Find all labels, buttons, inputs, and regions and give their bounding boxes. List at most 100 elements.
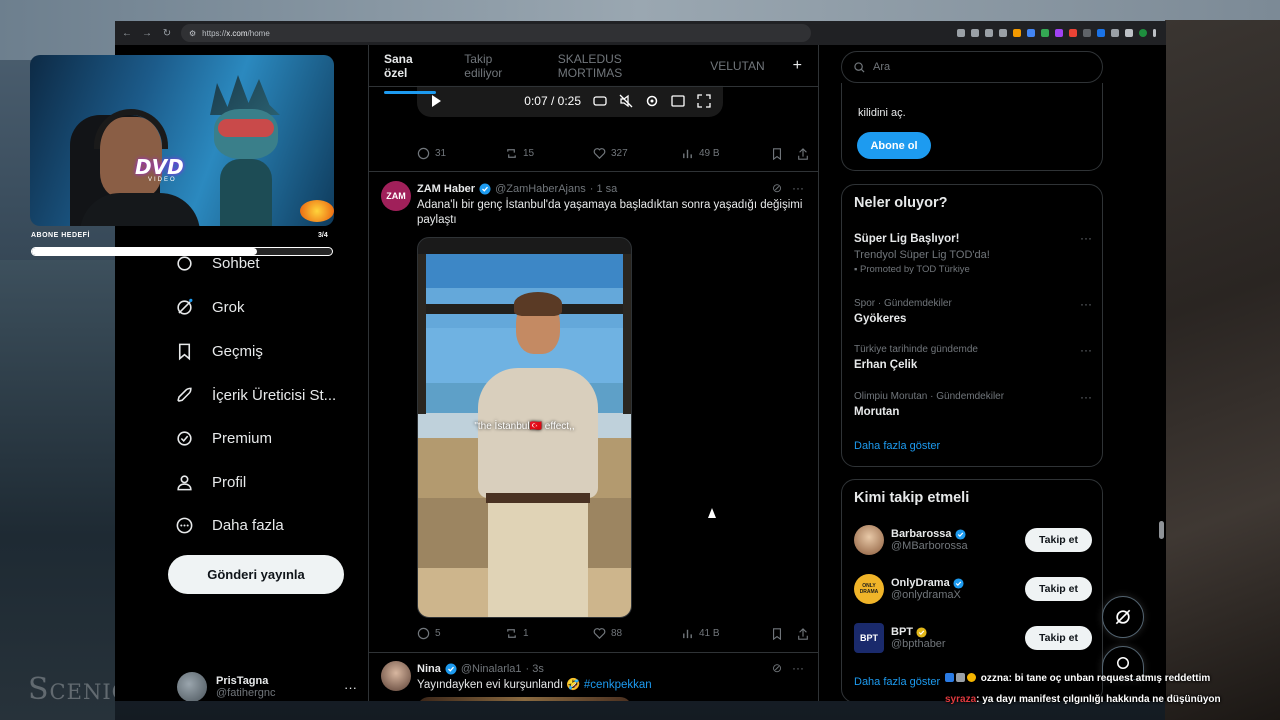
more-icon[interactable]: ··· [1080,231,1092,245]
more-icon[interactable]: ··· [344,680,357,695]
extension-icon[interactable] [1097,29,1105,37]
more-icon[interactable]: ··· [792,181,804,195]
extension-icon[interactable] [1013,29,1021,37]
avatar[interactable]: ONLY DRAMA [854,574,884,604]
grok-icon[interactable]: ⊘ [772,181,782,195]
forward-icon[interactable]: → [141,28,153,39]
account-switcher[interactable]: PrisTagna @fatihergnc ··· [177,670,357,701]
extension-icon[interactable] [1041,29,1049,37]
trend-item[interactable]: Türkiye tarihinde gündemde Erhan Çelik ·… [854,343,1092,373]
more-icon[interactable]: ··· [1080,390,1092,404]
subscribe-button[interactable]: Abone ol [857,132,931,159]
bookmark-icon[interactable] [771,147,783,160]
tab-list-skaledus[interactable]: SKALEDUS MORTIMAS [558,52,682,80]
show-more-link[interactable]: Daha fazla göster [854,440,940,452]
views-button[interactable]: 49 B [681,147,769,160]
grok-icon[interactable]: ⊘ [772,661,782,675]
profile-icon[interactable] [1139,29,1147,37]
bookmark-icon[interactable] [771,627,783,640]
site-info-icon[interactable]: ⚙ [189,29,196,38]
tweet-video[interactable]: "the İstanbul🇹🇷 effect,, [417,237,632,618]
suggestion-name: OnlyDrama [891,577,964,589]
author-name[interactable]: ZAM Haber [417,183,475,195]
pip-icon[interactable] [671,94,685,108]
follow-button[interactable]: Takip et [1025,577,1092,601]
scrollbar[interactable] [1159,521,1164,539]
play-icon[interactable] [429,94,443,108]
background-cliff [1165,20,1280,720]
more-icon[interactable]: ··· [1080,343,1092,357]
trend-item[interactable]: Süper Lig Başlıyor! Trendyol Süper Lig T… [854,231,1092,277]
sidebar-item-profile[interactable]: Profil [175,467,246,497]
search-input[interactable]: Ara [841,51,1103,83]
eye-off-icon[interactable] [985,29,993,37]
fullscreen-icon[interactable] [697,94,711,108]
author-name[interactable]: Nina [417,663,441,675]
views-button[interactable]: 41 B [681,627,769,640]
more-icon[interactable]: ··· [1080,297,1092,311]
duck-figure [300,200,334,222]
tweet[interactable]: Nina @Ninalarla1 · 3s ⊘ ··· Yayındayken … [369,653,818,701]
extension-icon[interactable] [1055,29,1063,37]
hashtag-link[interactable]: #cenkpekkan [584,679,652,691]
follow-button[interactable]: Takip et [1025,528,1092,552]
avatar[interactable]: ZAM [381,181,411,211]
tab-for-you[interactable]: Sana özel [384,52,437,94]
like-button[interactable]: 88 [593,627,681,640]
extension-icon[interactable] [1083,29,1091,37]
share-icon[interactable] [797,147,809,160]
puzzle-icon[interactable] [1125,29,1133,37]
show-more-link[interactable]: Daha fazla göster [854,676,940,688]
captions-icon[interactable] [593,94,607,108]
tweet-time[interactable]: · 3s [526,663,544,675]
reply-button[interactable]: 5 [417,627,505,640]
like-button[interactable]: 327 [593,147,681,160]
chat-message: syraza: ya dayı manifest çılgınlığı hakk… [945,689,1221,710]
follow-button[interactable]: Takip et [1025,626,1092,650]
tab-list-velutan[interactable]: VELUTAN [710,59,764,73]
cast-icon[interactable] [971,29,979,37]
extension-icon[interactable] [1027,29,1035,37]
extensions-bar [819,29,1160,37]
avatar[interactable]: BPT [854,623,884,653]
repost-button[interactable]: 1 [505,627,593,640]
follow-suggestion[interactable]: BPT BPT @bpthaber Takip et [854,620,1092,656]
settings-icon[interactable] [645,94,659,108]
tweet-media[interactable] [417,697,632,701]
post-button[interactable]: Gönderi yayınla [168,555,344,594]
sidebar-item-premium[interactable]: Premium [175,423,272,453]
grok-float-button[interactable] [1102,596,1144,638]
address-bar[interactable]: ⚙ https://x.com/home [181,24,811,42]
avatar[interactable] [854,525,884,555]
sidebar-item-grok[interactable]: Grok [175,292,245,322]
repost-button[interactable]: 15 [505,147,593,160]
person-legs [488,503,588,617]
extension-icon[interactable] [1111,29,1119,37]
zoom-icon[interactable] [957,29,965,37]
sidebar-item-more[interactable]: Daha fazla [175,510,284,540]
sidebar-item-creator-studio[interactable]: İçerik Üreticisi St... [175,380,336,410]
mute-icon[interactable] [619,94,633,108]
sidebar-item-bookmarks[interactable]: Geçmiş [175,336,263,366]
chart-icon [683,149,692,159]
reload-icon[interactable]: ↻ [161,28,173,39]
trend-item[interactable]: Spor · Gündemdekiler Gyökeres ··· [854,297,1092,327]
extension-icon[interactable] [1069,29,1077,37]
avatar[interactable] [381,661,411,691]
author-handle[interactable]: @ZamHaberAjans [495,183,586,195]
back-icon[interactable]: ← [121,28,133,39]
star-icon[interactable] [999,29,1007,37]
tweet[interactable]: ZAM ZAM Haber @ZamHaberAjans · 1 sa ⊘ ··… [369,172,818,652]
chat-icon [177,255,192,271]
share-icon[interactable] [797,627,809,640]
author-handle[interactable]: @Ninalarla1 [461,663,522,675]
follow-suggestion[interactable]: ONLY DRAMA OnlyDrama @onlydramaX Takip e… [854,571,1092,607]
reply-button[interactable]: 31 [417,147,505,160]
tweet-time[interactable]: · 1 sa [590,183,618,195]
more-icon[interactable]: ··· [792,661,804,675]
follow-suggestion[interactable]: Barbarossa @MBarborossa Takip et [854,522,1092,558]
menu-dots-icon[interactable] [1153,29,1156,37]
trend-item[interactable]: Olimpiu Morutan · Gündemdekiler Morutan … [854,390,1092,420]
add-tab-icon[interactable]: + [793,57,802,75]
tab-following[interactable]: Takip ediliyor [464,52,529,80]
